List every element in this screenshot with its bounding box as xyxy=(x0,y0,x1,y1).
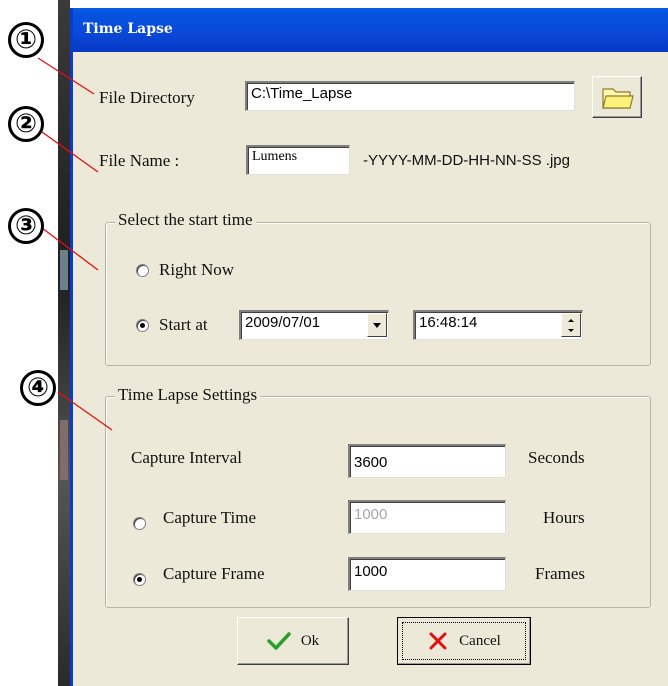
annotation-line-3 xyxy=(41,227,99,271)
callout-1: ① xyxy=(6,20,50,64)
callout-3-badge: ③ xyxy=(8,208,44,244)
annotation-line-4 xyxy=(57,391,113,431)
callout-1-badge: ① xyxy=(8,22,44,58)
annotation-line-2 xyxy=(41,131,99,173)
callout-2-badge: ② xyxy=(8,106,44,142)
callout-4: ④ xyxy=(18,368,62,412)
callout-4-badge: ④ xyxy=(20,370,56,406)
callout-2: ② xyxy=(6,104,50,148)
annotation-lines xyxy=(37,57,113,431)
callout-3: ③ xyxy=(6,206,50,250)
